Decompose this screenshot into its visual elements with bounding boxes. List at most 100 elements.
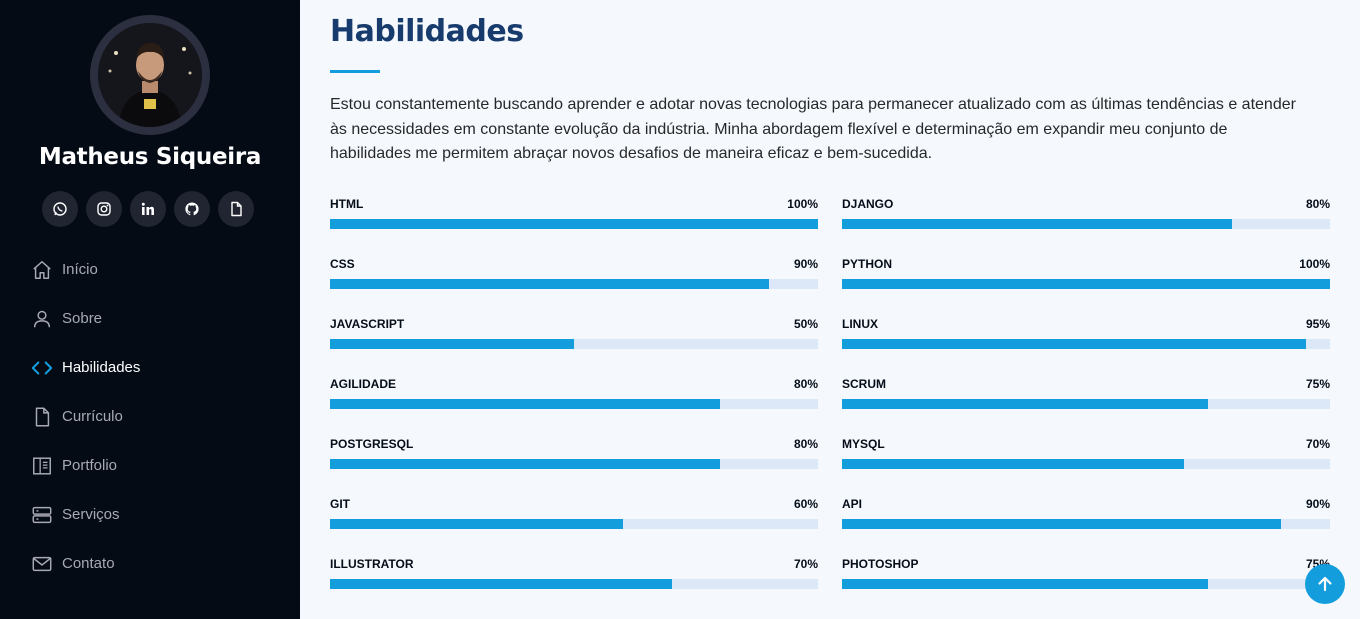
nav-item-contato[interactable]: Contato — [30, 539, 290, 588]
back-to-top-button[interactable] — [1305, 564, 1345, 604]
skill-progress-track — [842, 219, 1330, 229]
skill-label: DJANGO — [842, 197, 894, 211]
skill-progress-track — [330, 519, 818, 529]
skill-progress-fill — [330, 399, 721, 409]
skill-progress-fill — [842, 459, 1184, 469]
skill-label: SCRUM — [842, 377, 886, 391]
skill-value: 80% — [793, 377, 818, 391]
skill-value: 100% — [1299, 257, 1330, 271]
linkedin-link[interactable] — [130, 191, 166, 227]
avatar — [90, 15, 210, 135]
skill-label: PHOTOSHOP — [842, 557, 919, 571]
arrow-up-icon — [1318, 576, 1332, 592]
home-icon — [30, 258, 54, 282]
instagram-icon — [97, 202, 111, 216]
whatsapp-link[interactable] — [42, 191, 78, 227]
skill-progress-fill — [842, 339, 1306, 349]
skill-value: 75% — [1305, 377, 1330, 391]
skill-progress-track — [330, 399, 818, 409]
skill-item: MYSQL 70% — [842, 437, 1330, 477]
linkedin-icon — [141, 202, 154, 215]
skill-progress-fill — [330, 339, 574, 349]
nav-item-servicos[interactable]: Serviços — [30, 490, 290, 539]
skill-value: 90% — [1305, 497, 1330, 511]
server-icon — [30, 503, 54, 527]
profile-name: Matheus Siqueira — [38, 144, 262, 170]
skill-item: LINUX 95% — [842, 317, 1330, 357]
skill-label: GIT — [330, 497, 350, 511]
skill-item: AGILIDADE 80% — [330, 377, 818, 417]
skill-label: POSTGRESQL — [330, 437, 414, 451]
section-title: Habilidades — [330, 14, 524, 49]
github-icon — [185, 202, 199, 216]
nav-label: Contato — [62, 555, 115, 572]
document-icon — [231, 201, 242, 217]
nav-item-portfolio[interactable]: Portfolio — [30, 441, 290, 490]
skill-progress-fill — [842, 219, 1233, 229]
skill-item: JAVASCRIPT 50% — [330, 317, 818, 357]
skill-progress-track — [842, 399, 1330, 409]
skill-progress-fill — [842, 279, 1330, 289]
nav-label: Início — [62, 261, 98, 278]
nav-item-habilidades[interactable]: Habilidades — [30, 343, 290, 392]
skill-progress-track — [842, 459, 1330, 469]
skill-progress-fill — [330, 519, 623, 529]
skill-label: LINUX — [842, 317, 878, 331]
skill-value: 60% — [793, 497, 818, 511]
skill-progress-track — [330, 579, 818, 589]
resume-link[interactable] — [218, 191, 254, 227]
skill-value: 70% — [793, 557, 818, 571]
skill-item: POSTGRESQL 80% — [330, 437, 818, 477]
code-icon — [30, 356, 54, 380]
skill-item: API 90% — [842, 497, 1330, 537]
nav-label: Serviços — [62, 506, 120, 523]
github-link[interactable] — [174, 191, 210, 227]
avatar-photo — [98, 23, 202, 127]
skill-label: ILLUSTRATOR — [330, 557, 414, 571]
instagram-link[interactable] — [86, 191, 122, 227]
skill-value: 80% — [793, 437, 818, 451]
nav-item-sobre[interactable]: Sobre — [30, 294, 290, 343]
skill-progress-fill — [842, 579, 1208, 589]
skill-label: AGILIDADE — [330, 377, 396, 391]
nav-label: Sobre — [62, 310, 103, 327]
sidebar: Matheus Siqueira Início Sobre Habilidade… — [0, 0, 300, 619]
nav-item-inicio[interactable]: Início — [30, 245, 290, 294]
section-intro: Estou constantemente buscando aprender e… — [330, 96, 1296, 162]
skill-label: PYTHON — [842, 257, 893, 271]
skill-progress-fill — [842, 399, 1208, 409]
skill-item: SCRUM 75% — [842, 377, 1330, 417]
skill-item: PYTHON 100% — [842, 257, 1330, 297]
skill-item: DJANGO 80% — [842, 197, 1330, 237]
nav-label: Currículo — [62, 408, 123, 425]
nav-item-curriculo[interactable]: Currículo — [30, 392, 290, 441]
social-links — [42, 191, 254, 227]
skill-progress-track — [842, 519, 1330, 529]
book-icon — [30, 454, 54, 478]
skill-value: 90% — [793, 257, 818, 271]
skill-item: PHOTOSHOP75% — [842, 557, 1330, 597]
skill-progress-fill — [330, 279, 770, 289]
whatsapp-icon — [53, 202, 67, 216]
skill-progress-track — [842, 279, 1330, 289]
skill-value: 95% — [1305, 317, 1330, 331]
skill-value: 50% — [793, 317, 818, 331]
skill-item: GIT 60% — [330, 497, 818, 537]
skill-value: 100% — [787, 197, 818, 211]
skill-value: 80% — [1305, 197, 1330, 211]
skill-item: CSS 90% — [330, 257, 818, 297]
skill-label: API — [842, 497, 863, 511]
skill-label: HTML — [330, 197, 364, 211]
skill-progress-track — [330, 339, 818, 349]
skill-progress-fill — [842, 519, 1282, 529]
skill-item: ILLUSTRATOR 70% — [330, 557, 818, 597]
skill-progress-fill — [330, 459, 721, 469]
skill-value: 70% — [1305, 437, 1330, 451]
skill-label: JAVASCRIPT — [330, 317, 405, 331]
skill-label: CSS — [330, 257, 355, 271]
skill-progress-track — [330, 219, 818, 229]
nav-label: Portfolio — [62, 457, 118, 474]
skill-progress-fill — [330, 579, 672, 589]
envelope-icon — [30, 552, 54, 576]
title-underline — [330, 70, 380, 73]
